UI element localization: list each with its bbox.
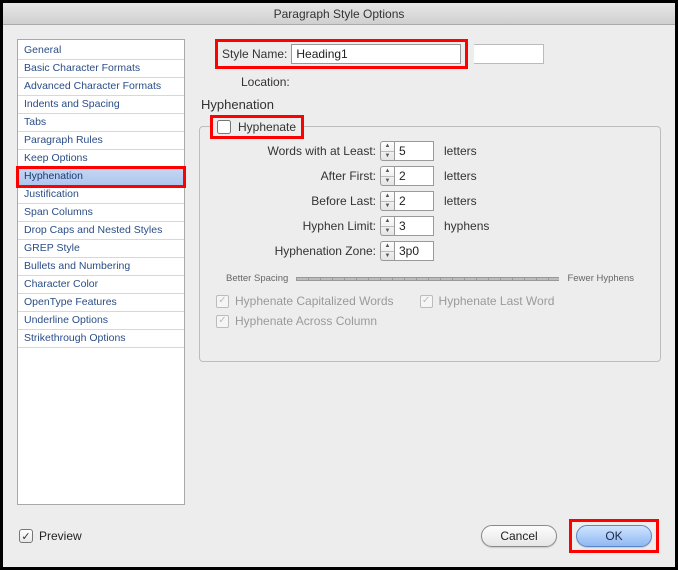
right-panel: Style Name: Location: Hyphenation Hyphen… — [199, 39, 661, 509]
hyphenate-options-row1: ✓ Hyphenate Capitalized Words ✓ Hyphenat… — [216, 294, 646, 308]
hyphenation-slider[interactable] — [296, 277, 559, 281]
slider-right-label: Fewer Hyphens — [567, 273, 634, 284]
sidebar-item-strikethrough-options[interactable]: Strikethrough Options — [18, 330, 184, 348]
sidebar-item-advanced-character-formats[interactable]: Advanced Character Formats — [18, 78, 184, 96]
sidebar-item-hyphenation[interactable]: Hyphenation — [18, 168, 184, 186]
sidebar-item-drop-caps[interactable]: Drop Caps and Nested Styles — [18, 222, 184, 240]
hyphenate-checkbox[interactable] — [217, 120, 231, 134]
hyphenation-zone-label: Hyphenation Zone: — [220, 244, 380, 258]
hyphenate-label: Hyphenate — [238, 120, 299, 134]
slider-left-label: Better Spacing — [226, 273, 288, 284]
before-last-stepper[interactable]: ▲▼ — [380, 191, 436, 211]
hyphenate-last-check[interactable]: ✓ Hyphenate Last Word — [420, 294, 555, 308]
sidebar-item-bullets-numbering[interactable]: Bullets and Numbering — [18, 258, 184, 276]
sidebar-item-character-color[interactable]: Character Color — [18, 276, 184, 294]
location-label: Location: — [241, 75, 290, 89]
hyphenate-cap-label: Hyphenate Capitalized Words — [235, 294, 394, 308]
checkbox-checked-icon: ✓ — [420, 295, 433, 308]
after-first-spin-buttons[interactable]: ▲▼ — [380, 166, 394, 186]
sidebar-item-paragraph-rules[interactable]: Paragraph Rules — [18, 132, 184, 150]
spin-up-icon[interactable]: ▲ — [381, 142, 394, 152]
hyphenation-zone-input[interactable] — [394, 241, 434, 261]
before-last-unit: letters — [436, 194, 516, 208]
ok-button[interactable]: OK — [576, 525, 652, 547]
style-name-label: Style Name: — [222, 47, 287, 61]
hyphenation-zone-spin-buttons[interactable]: ▲▼ — [380, 241, 394, 261]
hyphenate-legend: Hyphenate — [210, 115, 304, 139]
sidebar-item-justification[interactable]: Justification — [18, 186, 184, 204]
checkbox-checked-icon: ✓ — [19, 529, 33, 543]
hyphenate-across-check[interactable]: ✓ Hyphenate Across Column — [216, 314, 377, 328]
spin-up-icon[interactable]: ▲ — [381, 167, 394, 177]
hyphenation-group: Hyphenate Words with at Least: ▲▼ letter… — [199, 126, 661, 362]
cancel-button[interactable]: Cancel — [481, 525, 557, 547]
hyphen-limit-unit: hyphens — [436, 219, 516, 233]
dialog-body: General Basic Character Formats Advanced… — [3, 25, 675, 567]
hyphen-limit-input[interactable] — [394, 216, 434, 236]
style-name-field-tail[interactable] — [474, 44, 544, 64]
sidebar-item-opentype-features[interactable]: OpenType Features — [18, 294, 184, 312]
hyphen-limit-stepper[interactable]: ▲▼ — [380, 216, 436, 236]
sidebar-item-span-columns[interactable]: Span Columns — [18, 204, 184, 222]
sidebar-item-keep-options[interactable]: Keep Options — [18, 150, 184, 168]
dialog-frame: Paragraph Style Options General Basic Ch… — [0, 0, 678, 570]
sidebar-item-underline-options[interactable]: Underline Options — [18, 312, 184, 330]
preview-checkbox[interactable]: ✓ Preview — [19, 529, 82, 543]
after-first-label: After First: — [220, 169, 380, 183]
words-at-least-label: Words with at Least: — [220, 144, 380, 158]
spin-down-icon[interactable]: ▼ — [381, 252, 394, 261]
hyphenation-slider-row: Better Spacing Fewer Hyphens — [226, 273, 634, 284]
location-row: Location: — [241, 75, 661, 89]
hyphen-limit-label: Hyphen Limit: — [220, 219, 380, 233]
spin-up-icon[interactable]: ▲ — [381, 217, 394, 227]
section-title: Hyphenation — [199, 97, 661, 112]
checkbox-checked-icon: ✓ — [216, 295, 229, 308]
hyphenate-last-label: Hyphenate Last Word — [439, 294, 555, 308]
hyphenate-across-label: Hyphenate Across Column — [235, 314, 377, 328]
spin-down-icon[interactable]: ▼ — [381, 152, 394, 161]
after-first-stepper[interactable]: ▲▼ — [380, 166, 436, 186]
checkbox-checked-icon: ✓ — [216, 315, 229, 328]
spin-down-icon[interactable]: ▼ — [381, 227, 394, 236]
spin-down-icon[interactable]: ▼ — [381, 202, 394, 211]
words-at-least-unit: letters — [436, 144, 516, 158]
before-last-label: Before Last: — [220, 194, 380, 208]
after-first-unit: letters — [436, 169, 516, 183]
spin-up-icon[interactable]: ▲ — [381, 192, 394, 202]
style-name-highlight: Style Name: — [215, 39, 468, 69]
category-sidebar: General Basic Character Formats Advanced… — [17, 39, 185, 505]
words-at-least-stepper[interactable]: ▲▼ — [380, 141, 436, 161]
spin-up-icon[interactable]: ▲ — [381, 242, 394, 252]
style-name-input[interactable] — [291, 44, 461, 64]
dialog-footer: ✓ Preview Cancel OK — [3, 509, 675, 567]
spin-down-icon[interactable]: ▼ — [381, 177, 394, 186]
hyphen-limit-spin-buttons[interactable]: ▲▼ — [380, 216, 394, 236]
after-first-input[interactable] — [394, 166, 434, 186]
sidebar-item-indents-and-spacing[interactable]: Indents and Spacing — [18, 96, 184, 114]
sidebar-item-grep-style[interactable]: GREP Style — [18, 240, 184, 258]
main-area: General Basic Character Formats Advanced… — [3, 25, 675, 509]
preview-label: Preview — [39, 529, 82, 543]
window-title: Paragraph Style Options — [3, 3, 675, 25]
hyphenate-cap-check[interactable]: ✓ Hyphenate Capitalized Words — [216, 294, 394, 308]
before-last-spin-buttons[interactable]: ▲▼ — [380, 191, 394, 211]
words-at-least-spin-buttons[interactable]: ▲▼ — [380, 141, 394, 161]
sidebar-item-tabs[interactable]: Tabs — [18, 114, 184, 132]
style-name-row: Style Name: — [215, 39, 661, 69]
sidebar-item-basic-character-formats[interactable]: Basic Character Formats — [18, 60, 184, 78]
ok-highlight: OK — [569, 519, 659, 553]
hyphenation-zone-stepper[interactable]: ▲▼ — [380, 241, 436, 261]
sidebar-item-general[interactable]: General — [18, 42, 184, 60]
before-last-input[interactable] — [394, 191, 434, 211]
hyphenation-params: Words with at Least: ▲▼ letters After Fi… — [220, 141, 646, 261]
words-at-least-input[interactable] — [394, 141, 434, 161]
hyphenate-options-row2: ✓ Hyphenate Across Column — [216, 314, 646, 328]
